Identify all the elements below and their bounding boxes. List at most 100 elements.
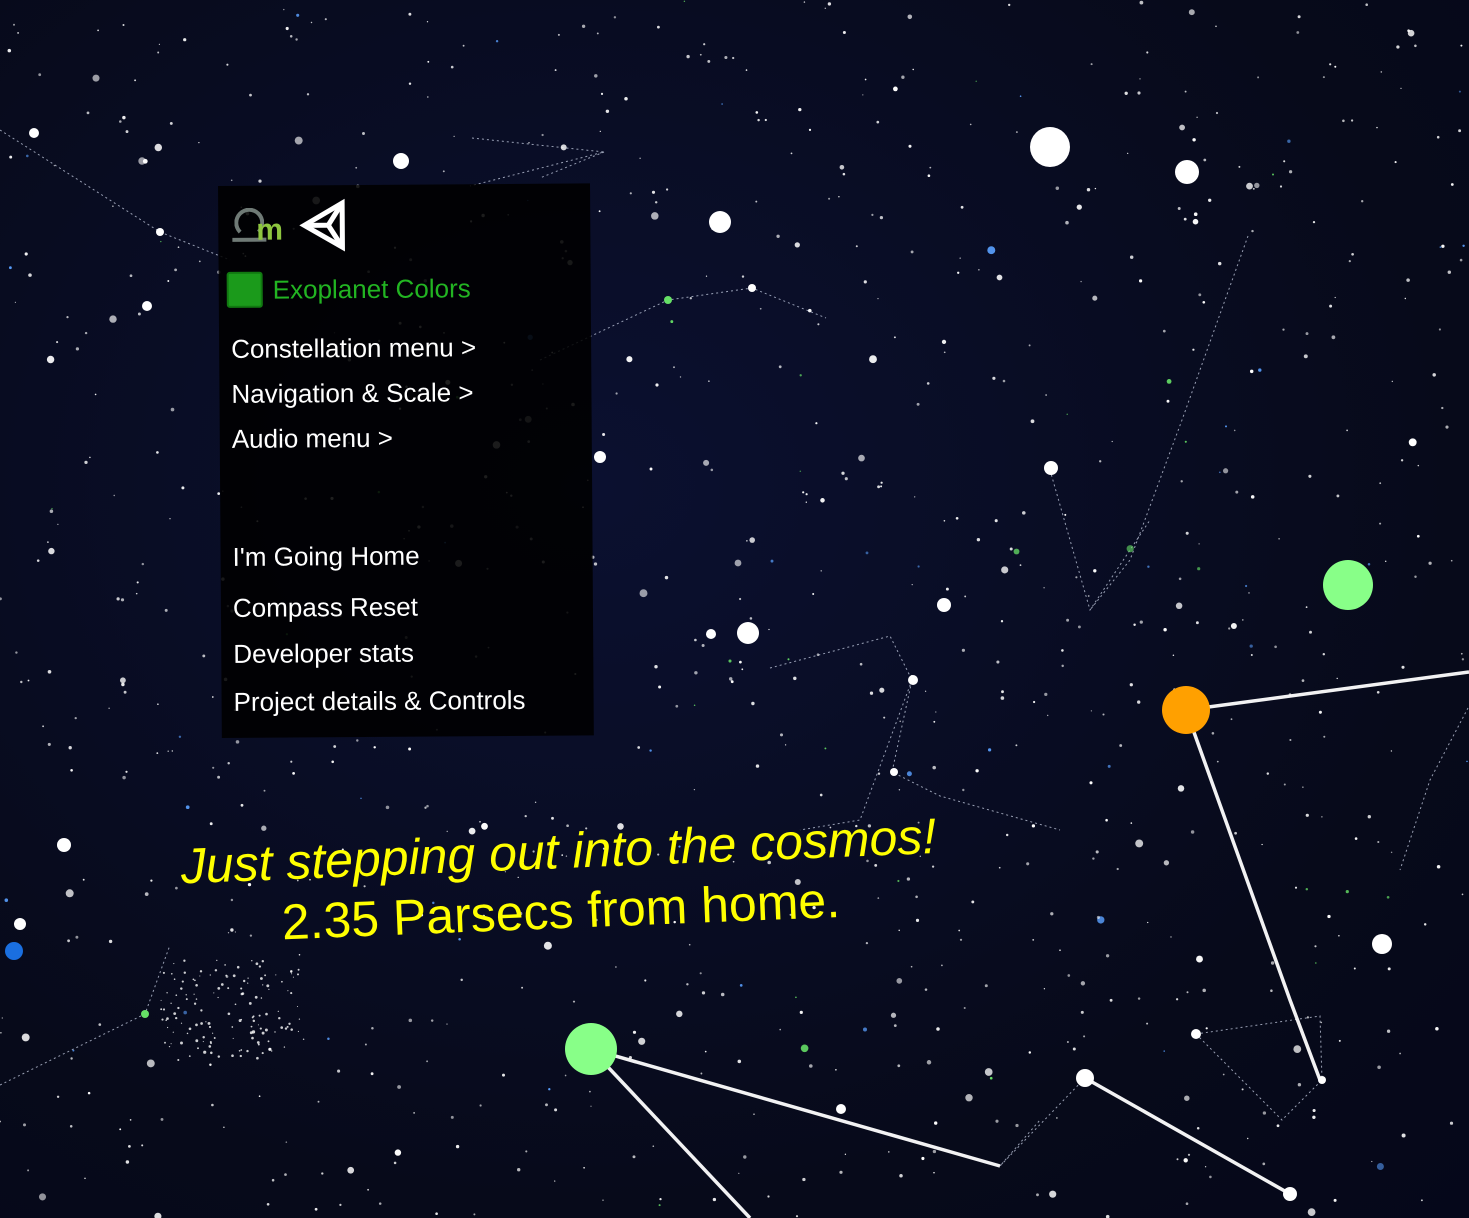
star — [1417, 464, 1420, 467]
star — [701, 643, 705, 648]
star — [926, 382, 930, 385]
compass-reset-button[interactable]: Compass Reset — [233, 592, 418, 624]
star — [137, 312, 141, 316]
star — [1066, 618, 1070, 622]
star — [1184, 1095, 1190, 1101]
star — [212, 766, 215, 769]
audio-menu-button[interactable]: Audio menu > — [232, 423, 393, 455]
star — [1015, 1123, 1019, 1128]
star — [0, 1120, 1, 1123]
green-exoplanet — [565, 1023, 617, 1075]
star — [197, 1047, 199, 1050]
exoplanet-colors-checkbox[interactable] — [226, 271, 263, 308]
star — [779, 733, 784, 737]
star — [572, 1000, 576, 1003]
going-home-button[interactable]: I'm Going Home — [232, 541, 419, 573]
star — [700, 1072, 703, 1075]
star — [28, 273, 32, 277]
star — [1342, 119, 1345, 123]
star — [87, 1091, 91, 1095]
constellation-menu-button[interactable]: Constellation menu > — [231, 332, 476, 365]
project-details-controls-button[interactable]: Project details & Controls — [233, 685, 525, 718]
bright-star — [706, 629, 716, 639]
star — [1094, 187, 1097, 190]
exoplanet-colors-toggle[interactable]: Exoplanet Colors — [226, 270, 471, 308]
star — [161, 1018, 164, 1021]
star — [173, 978, 176, 981]
star — [1447, 270, 1452, 274]
constellation-line — [0, 129, 231, 261]
star — [1001, 690, 1004, 694]
star — [534, 801, 537, 803]
star — [1318, 710, 1322, 714]
star — [113, 494, 115, 497]
star — [517, 1168, 521, 1172]
star — [1438, 328, 1441, 331]
star — [295, 38, 298, 41]
star — [213, 992, 215, 994]
star — [1056, 1117, 1058, 1119]
star — [1076, 204, 1082, 210]
star — [1309, 630, 1312, 634]
star — [217, 987, 221, 990]
star — [1178, 577, 1182, 581]
star — [1064, 513, 1067, 516]
star — [1301, 679, 1305, 682]
star — [1414, 575, 1417, 578]
star — [112, 205, 114, 207]
star — [1147, 921, 1149, 924]
star — [778, 365, 782, 369]
star — [262, 984, 264, 986]
bright-star — [57, 838, 71, 852]
star — [1218, 471, 1221, 474]
star — [1175, 602, 1183, 610]
star — [362, 132, 365, 135]
star — [858, 454, 865, 462]
star — [20, 680, 23, 684]
star — [249, 93, 252, 97]
star — [38, 1193, 47, 1201]
star — [202, 1035, 205, 1039]
star — [1305, 606, 1308, 608]
star — [1279, 185, 1283, 188]
navigation-scale-button[interactable]: Navigation & Scale > — [231, 377, 473, 410]
star — [166, 992, 168, 994]
star — [996, 660, 1000, 664]
star — [479, 821, 481, 823]
star — [693, 704, 696, 707]
star — [177, 1058, 180, 1062]
star — [51, 507, 53, 510]
star — [231, 1026, 234, 1028]
bright-star — [836, 1104, 846, 1114]
star — [240, 987, 243, 990]
star — [1230, 718, 1233, 721]
star — [737, 1059, 742, 1064]
star — [865, 551, 869, 555]
starfield-scene[interactable]: m Exoplanet Colors Constellation menu > … — [0, 0, 1469, 1218]
star — [1043, 586, 1045, 589]
star — [248, 1001, 252, 1005]
star — [167, 750, 169, 752]
star — [790, 152, 793, 155]
star — [1345, 890, 1349, 894]
star — [545, 1103, 548, 1107]
bright-star — [890, 768, 898, 776]
star — [701, 991, 706, 995]
star — [1186, 991, 1189, 994]
star — [1066, 413, 1068, 415]
star — [238, 1019, 242, 1023]
star — [128, 1145, 131, 1148]
star — [356, 739, 359, 742]
star — [704, 1050, 707, 1053]
star — [257, 1024, 259, 1026]
star — [281, 980, 283, 983]
star — [183, 38, 187, 42]
star — [297, 968, 300, 971]
star — [880, 485, 883, 488]
star — [932, 1149, 937, 1154]
star — [1249, 644, 1253, 648]
star — [227, 1012, 231, 1016]
developer-stats-button[interactable]: Developer stats — [233, 638, 414, 670]
star — [1163, 627, 1167, 632]
star — [1184, 440, 1187, 443]
